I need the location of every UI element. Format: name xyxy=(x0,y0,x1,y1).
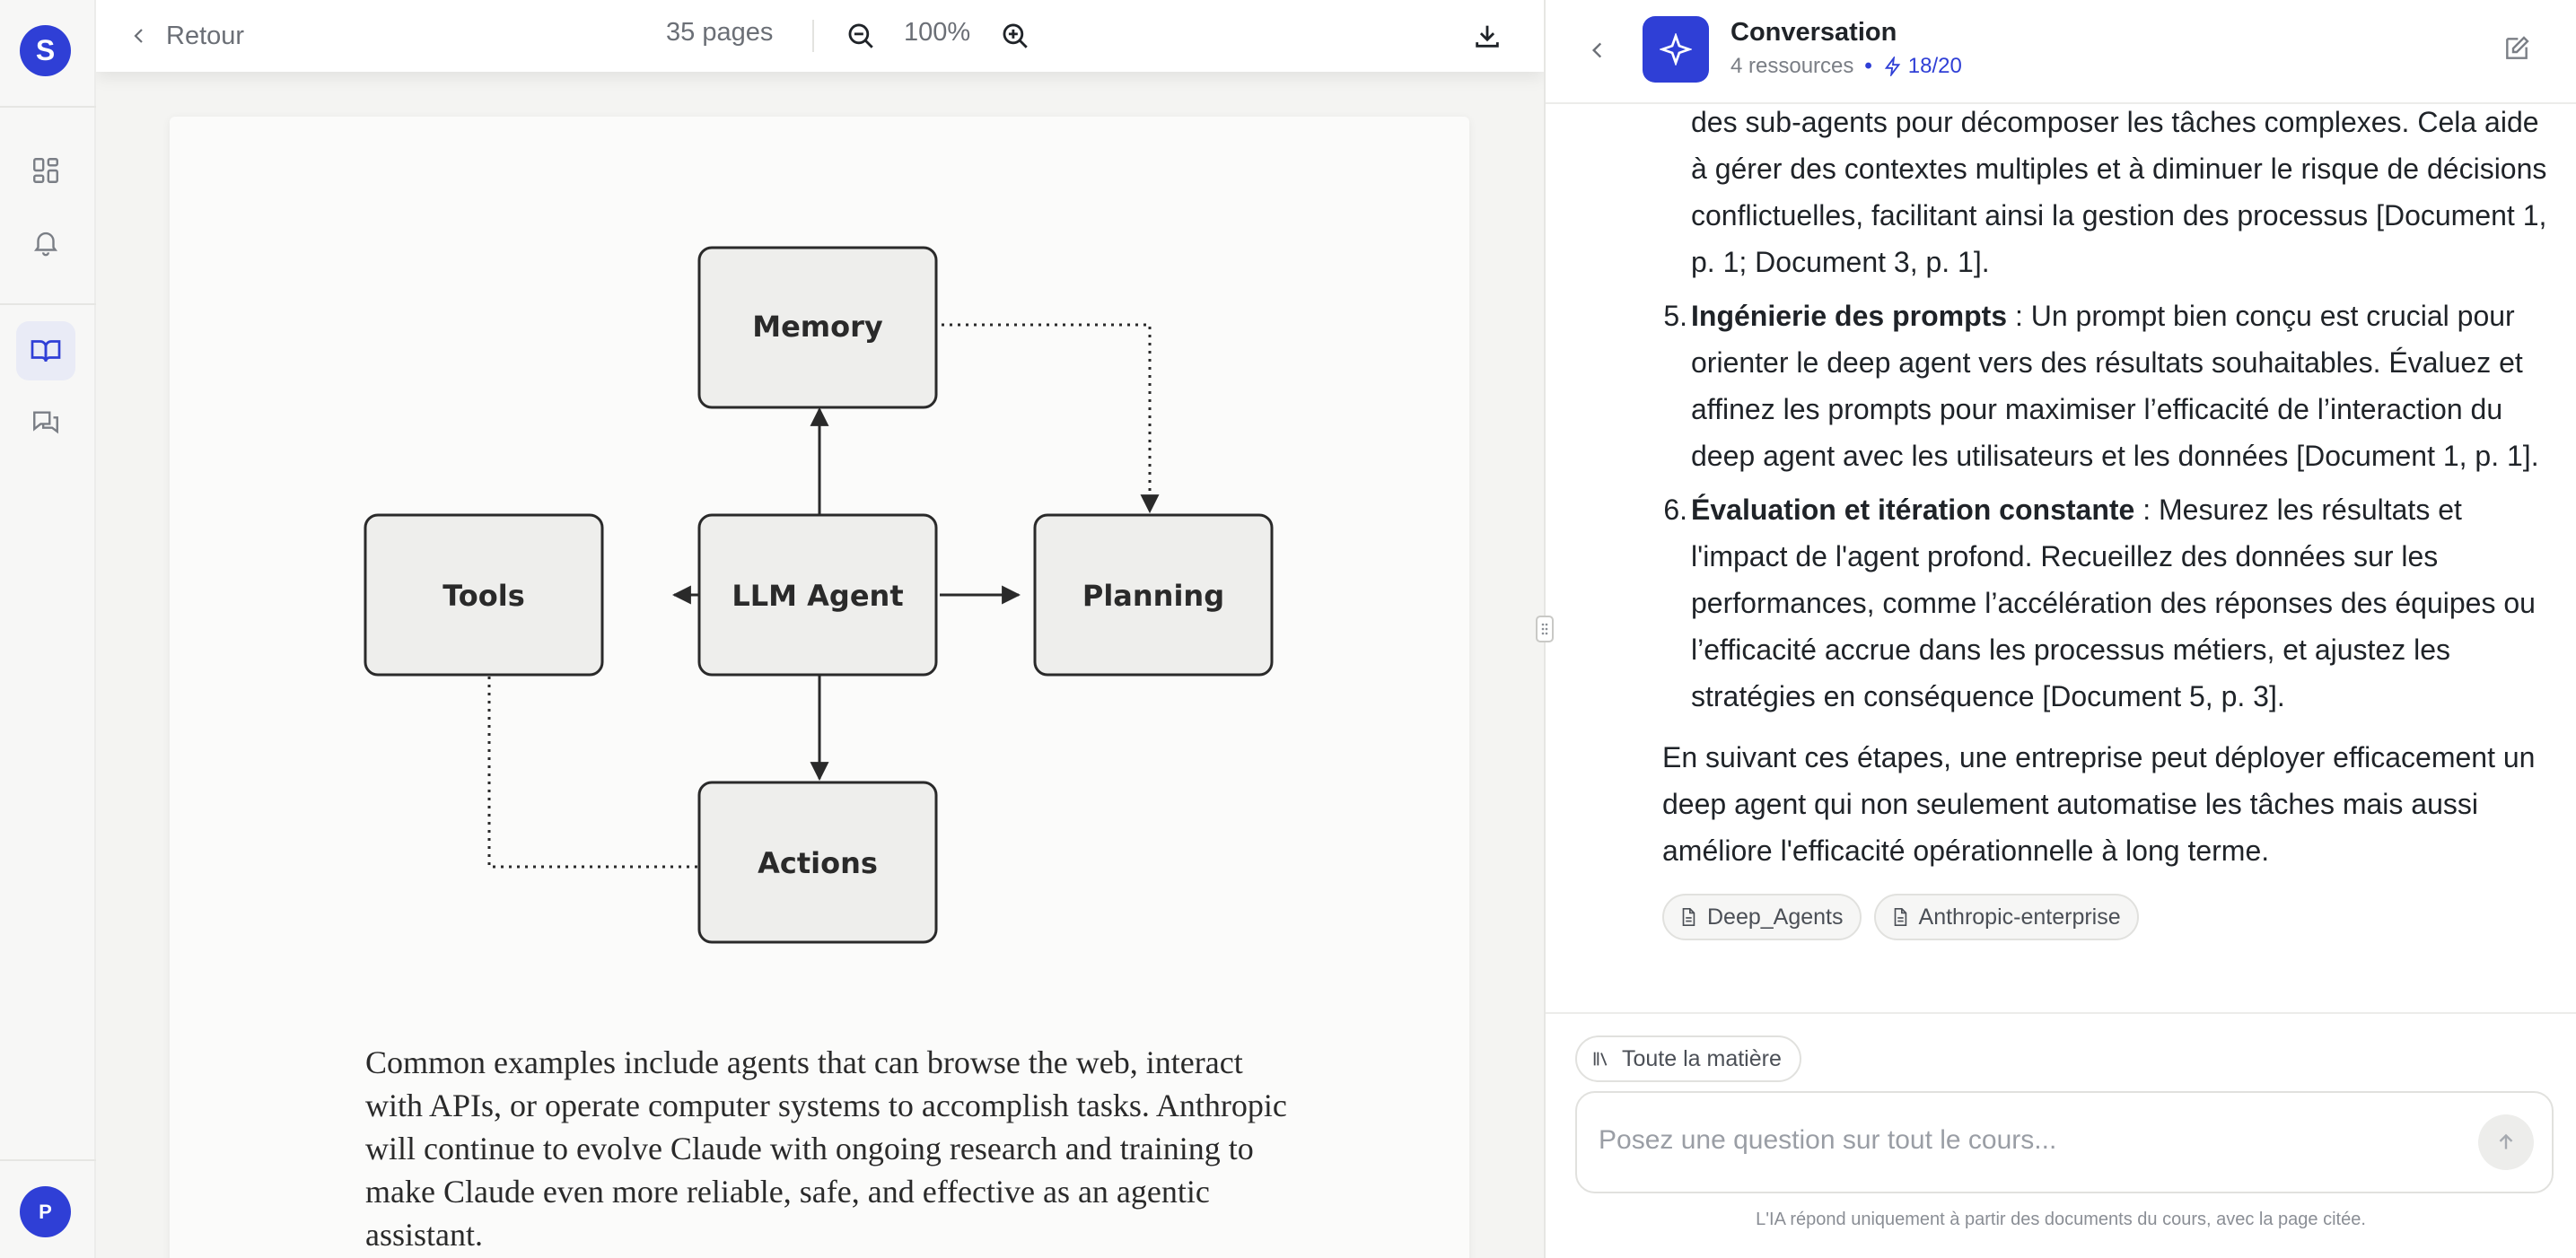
chat-back-button[interactable] xyxy=(1578,31,1617,70)
llm-agent-label: LLM Agent xyxy=(732,579,903,613)
resource-count: 4 ressources xyxy=(1730,54,1854,78)
chat-bubbles-icon xyxy=(33,411,58,434)
source-chip-deep-agents[interactable]: Deep_Agents xyxy=(1662,894,1862,940)
document-page: Memory Tools LLM Agent Planning Actions … xyxy=(170,117,1469,1258)
send-button[interactable] xyxy=(2478,1114,2534,1170)
tools-label: Tools xyxy=(442,579,525,613)
diagram-node-tools: Tools xyxy=(364,513,604,677)
ai-disclaimer: L'IA répond uniquement à partir des docu… xyxy=(1756,1210,2366,1229)
document-viewer: Retour 35 pages 100% Memory Tools LLM Ag… xyxy=(96,0,1544,1258)
source-chips: Deep_Agents Anthropic-enterprise xyxy=(1662,894,2560,940)
diagram-node-actions: Actions xyxy=(697,781,938,944)
document-icon xyxy=(1894,908,1906,926)
sparkle-icon xyxy=(1660,33,1692,66)
message-conclusion: En suivant ces étapes, une entreprise pe… xyxy=(1662,741,2536,867)
actions-label: Actions xyxy=(758,846,878,880)
rail-divider xyxy=(0,303,96,305)
back-label: Retour xyxy=(166,21,245,50)
memory-label: Memory xyxy=(752,310,883,344)
conversation-meta: 4 ressources • 18/20 xyxy=(1730,54,1962,79)
sidebar-item-conversations[interactable] xyxy=(16,393,75,452)
list-number: 6. xyxy=(1663,494,1687,526)
app-logo[interactable]: S xyxy=(20,25,71,76)
composer-area: Toute la matière L'IA répond uniquement … xyxy=(1546,1012,2576,1258)
assistant-badge xyxy=(1643,16,1709,83)
rail-divider xyxy=(0,1159,96,1161)
list-number: 5. xyxy=(1663,300,1687,332)
message-composer xyxy=(1575,1091,2554,1193)
list-heading: Ingénierie des prompts xyxy=(1691,300,2008,332)
sidebar-item-dashboard[interactable] xyxy=(16,141,75,200)
list-item: 5. Ingénierie des prompts : Un prompt bi… xyxy=(1662,293,2560,479)
page-body-text: Common examples include agents that can … xyxy=(365,1044,1287,1253)
chat-header: Conversation 4 ressources • 18/20 xyxy=(1546,0,2576,104)
document-icon xyxy=(1682,908,1695,926)
scope-label: Toute la matière xyxy=(1622,1045,1782,1071)
lightning-icon xyxy=(1884,57,1901,76)
zoom-out-button[interactable] xyxy=(841,16,881,56)
message-steps-list: 5. Ingénierie des prompts : Un prompt bi… xyxy=(1662,293,2560,720)
book-open-icon xyxy=(31,340,61,363)
planning-label: Planning xyxy=(1082,579,1224,613)
grid-icon xyxy=(33,158,58,183)
assistant-message: des sub-agents pour décomposer les tâche… xyxy=(1662,0,2560,1014)
list-heading: Évaluation et itération constante xyxy=(1691,494,2135,526)
resize-handle[interactable] xyxy=(1536,616,1554,642)
list-text: : Mesurez les résultats et l'impact de l… xyxy=(1691,494,2536,712)
chevron-left-icon xyxy=(1591,42,1602,58)
toolbar-divider xyxy=(812,20,814,52)
meta-separator: • xyxy=(1864,54,1872,78)
source-chip-anthropic-enterprise[interactable]: Anthropic-enterprise xyxy=(1873,894,2139,940)
zoom-level: 100% xyxy=(904,18,971,47)
dotted-memory-planning xyxy=(942,323,1160,514)
new-conversation-button[interactable] xyxy=(2497,29,2537,68)
credits-value: 18/20 xyxy=(1907,54,1962,78)
zoom-out-icon xyxy=(848,23,873,48)
app-sidebar: S P xyxy=(0,0,96,1258)
rail-divider xyxy=(0,106,96,108)
list-item: 6. Évaluation et itération constante : M… xyxy=(1662,486,2560,720)
credits-counter: 18/20 xyxy=(1883,54,1962,79)
library-icon xyxy=(1593,1052,1608,1066)
zoom-in-icon xyxy=(1003,23,1028,48)
agent-architecture-diagram: Memory Tools LLM Agent Planning Actions xyxy=(364,246,1274,944)
user-avatar[interactable]: P xyxy=(20,1186,71,1237)
chevron-left-icon xyxy=(134,29,143,43)
sidebar-item-courses[interactable] xyxy=(16,321,75,380)
diagram-node-llm-agent: LLM Agent xyxy=(697,513,938,677)
edit-icon xyxy=(2506,36,2529,59)
viewer-toolbar: Retour 35 pages 100% xyxy=(96,0,1544,72)
grip-icon xyxy=(1541,623,1548,635)
diagram-node-memory: Memory xyxy=(697,246,938,409)
back-button[interactable]: Retour xyxy=(128,16,244,56)
conversation-title: Conversation xyxy=(1730,18,1897,47)
zoom-in-button[interactable] xyxy=(995,16,1035,56)
scope-selector[interactable]: Toute la matière xyxy=(1575,1035,1801,1082)
download-button[interactable] xyxy=(1468,16,1507,56)
source-chip-label: Anthropic-enterprise xyxy=(1918,904,2121,930)
download-icon xyxy=(1476,25,1499,48)
sidebar-item-notifications[interactable] xyxy=(16,213,75,272)
chat-panel: des sub-agents pour décomposer les tâche… xyxy=(1546,0,2576,1258)
bell-icon xyxy=(33,232,58,257)
question-input[interactable] xyxy=(1599,1125,2424,1156)
page-count: 35 pages xyxy=(666,18,774,47)
source-chip-label: Deep_Agents xyxy=(1707,904,1844,930)
diagram-node-planning: Planning xyxy=(1033,513,1274,677)
message-continuation: des sub-agents pour décomposer les tâche… xyxy=(1691,106,2547,278)
arrow-up-icon xyxy=(2499,1133,2513,1149)
